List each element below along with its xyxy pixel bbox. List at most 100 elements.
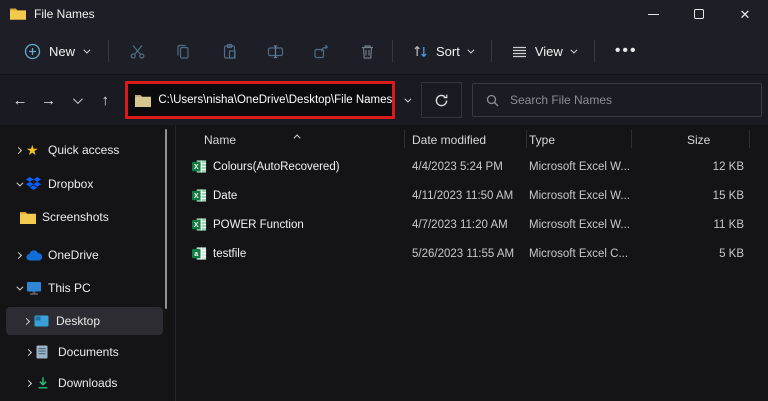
minimize-button[interactable]	[630, 0, 676, 28]
column-header-size[interactable]: Size	[687, 133, 710, 147]
column-header-name[interactable]: Name	[204, 133, 236, 147]
close-button[interactable]: ✕	[722, 0, 768, 28]
file-name: Colours(AutoRecovered)	[213, 161, 340, 173]
maximize-button[interactable]	[676, 0, 722, 28]
excel-csv-file-icon: a	[192, 246, 207, 261]
copy-button[interactable]	[175, 43, 192, 60]
forward-button[interactable]: →	[34, 85, 62, 115]
sidebar-item-this-pc[interactable]: This PC	[0, 274, 163, 302]
window-controls: ✕	[630, 0, 768, 28]
svg-text:a: a	[194, 251, 198, 258]
address-row: ← → ↑ C:\Users\nisha\OneDrive\Desktop\Fi…	[0, 75, 768, 125]
file-type: Microsoft Excel W...	[529, 161, 630, 173]
sidebar-item-quick-access[interactable]: ★ Quick access	[0, 136, 163, 164]
sort-icon	[412, 43, 429, 60]
close-icon: ✕	[739, 6, 751, 22]
chevron-down-icon	[15, 283, 23, 291]
excel-file-icon: X	[192, 188, 207, 203]
chevron-down-icon	[570, 46, 578, 54]
new-button[interactable]: New	[14, 36, 98, 67]
sidebar-scrollbar[interactable]	[165, 129, 167, 309]
refresh-button[interactable]	[420, 82, 462, 118]
file-size: 12 KB	[712, 161, 744, 173]
toolbar-divider	[392, 40, 394, 62]
file-row[interactable]: X Colours(AutoRecovered) 4/4/2023 5:24 P…	[176, 153, 768, 182]
cut-button[interactable]	[129, 43, 146, 60]
toolbar-divider	[490, 40, 492, 62]
sidebar-item-documents[interactable]: Documents	[0, 338, 163, 366]
new-plus-icon	[24, 43, 41, 60]
rename-button[interactable]	[267, 43, 284, 60]
sidebar-item-label: OneDrive	[48, 248, 99, 262]
file-size: 15 KB	[712, 190, 744, 202]
sort-button-label: Sort	[436, 43, 460, 59]
sidebar-item-label: Quick access	[48, 143, 120, 157]
chevron-right-icon	[22, 317, 30, 325]
chevron-down-icon	[73, 93, 84, 104]
sidebar-item-label: Downloads	[58, 376, 118, 390]
column-header-type[interactable]: Type	[529, 133, 555, 147]
address-folder-icon	[135, 94, 152, 107]
column-separator[interactable]	[749, 130, 750, 148]
file-type: Microsoft Excel W...	[529, 190, 630, 202]
up-arrow-icon: ↑	[101, 91, 109, 109]
more-options-button[interactable]: •••	[605, 42, 648, 60]
column-separator[interactable]	[404, 130, 405, 148]
download-icon	[36, 376, 58, 390]
chevron-down-icon	[467, 46, 475, 54]
chevron-right-icon	[24, 348, 32, 356]
clipboard-icon-group	[129, 43, 376, 60]
file-row[interactable]: X POWER Function 4/7/2023 11:20 AM Micro…	[176, 211, 768, 240]
file-row[interactable]: a testfile 5/26/2023 11:55 AM Microsoft …	[176, 240, 768, 269]
view-button[interactable]: View	[502, 37, 584, 66]
sidebar-item-dropbox[interactable]: Dropbox	[0, 170, 163, 198]
sort-button[interactable]: Sort	[403, 37, 481, 66]
view-button-label: View	[534, 43, 563, 59]
chevron-right-icon	[14, 251, 22, 259]
file-type: Microsoft Excel W...	[529, 219, 630, 231]
search-box[interactable]: Search File Names	[471, 83, 762, 117]
title-bar: File Names ✕	[0, 0, 768, 28]
up-button[interactable]: ↑	[91, 85, 119, 115]
svg-text:X: X	[194, 222, 199, 229]
star-icon: ★	[26, 142, 39, 158]
column-header-date-modified[interactable]: Date modified	[412, 133, 486, 147]
sidebar-item-label: Desktop	[56, 314, 101, 328]
recent-locations-button[interactable]	[63, 85, 91, 115]
file-name: POWER Function	[213, 219, 304, 231]
sidebar-item-downloads[interactable]: Downloads	[0, 369, 163, 397]
sidebar-item-onedrive[interactable]: OneDrive	[0, 241, 163, 269]
search-placeholder: Search File Names	[509, 93, 613, 107]
sidebar-item-screenshots[interactable]: Screenshots	[0, 203, 163, 231]
forward-arrow-icon: →	[41, 91, 57, 109]
delete-button[interactable]	[359, 43, 376, 60]
file-date-modified: 4/11/2023 11:50 AM	[412, 190, 514, 202]
column-separator[interactable]	[631, 130, 632, 148]
excel-file-icon: X	[192, 217, 207, 232]
window-title: File Names	[34, 7, 95, 21]
file-row[interactable]: X Date 4/11/2023 11:50 AM Microsoft Exce…	[176, 182, 768, 211]
paste-button[interactable]	[221, 43, 238, 60]
address-bar-highlight-annotation: C:\Users\nisha\OneDrive\Desktop\File Nam…	[125, 81, 396, 119]
file-type: Microsoft Excel C...	[529, 248, 629, 260]
sidebar-item-desktop[interactable]: Desktop	[6, 307, 163, 335]
onedrive-cloud-icon	[26, 249, 48, 261]
sidebar-item-label: Dropbox	[48, 177, 94, 191]
column-separator[interactable]	[526, 130, 527, 148]
chevron-down-icon	[83, 46, 91, 54]
sidebar-item-label: This PC	[48, 281, 91, 295]
sidebar-item-label: Documents	[58, 345, 119, 359]
chevron-right-icon	[24, 379, 32, 387]
address-dropdown-button[interactable]	[395, 85, 417, 115]
navigation-sidebar: ★ Quick access Dropbox Screenshots OneDr…	[0, 125, 176, 401]
file-list-pane: Name Date modified Type Size X Colours(A…	[176, 125, 768, 401]
file-date-modified: 5/26/2023 11:55 AM	[412, 248, 515, 260]
address-path-input[interactable]: C:\Users\nisha\OneDrive\Desktop\File Nam…	[158, 94, 392, 106]
toolbar-divider	[108, 40, 110, 62]
chevron-right-icon	[14, 146, 22, 154]
toolbar-divider	[593, 40, 595, 62]
new-button-label: New	[49, 43, 76, 59]
excel-file-icon: X	[192, 159, 207, 174]
share-button[interactable]	[313, 43, 330, 60]
back-button[interactable]: ←	[6, 85, 34, 115]
